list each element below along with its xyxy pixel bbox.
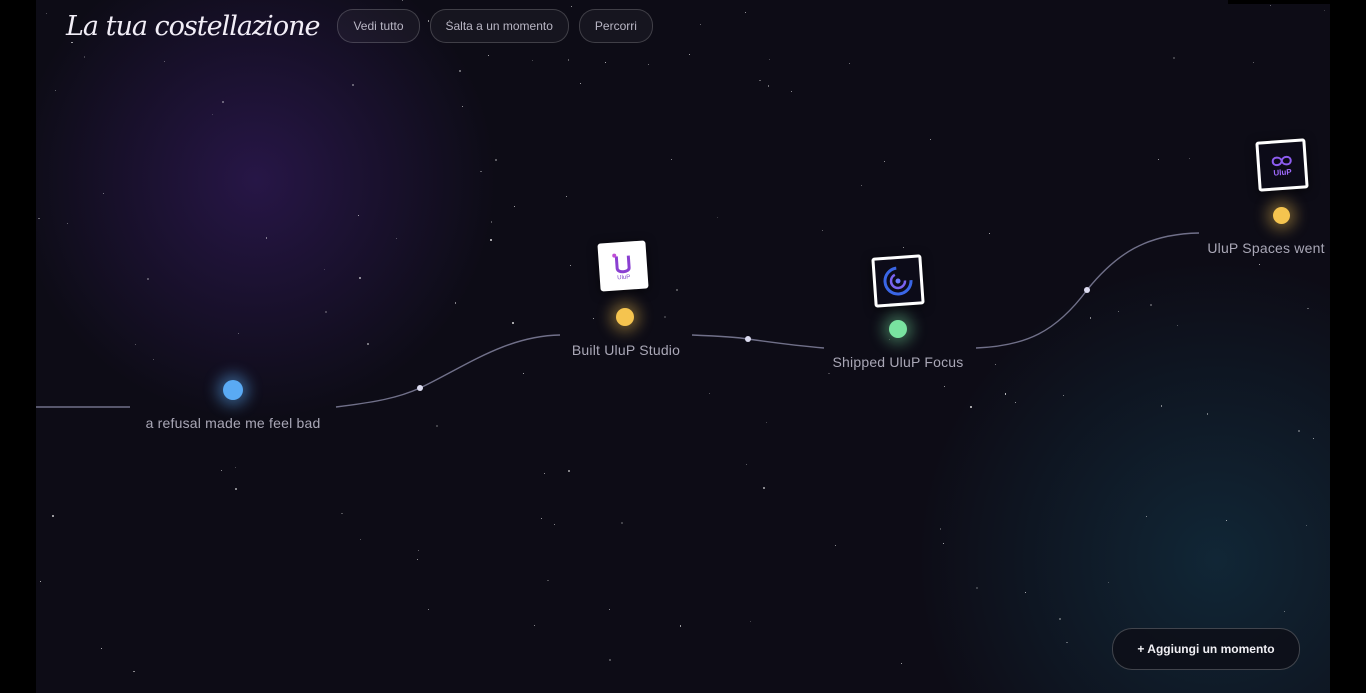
focus-ring-icon xyxy=(883,266,913,296)
moment-thumbnail-studio[interactable]: UluP xyxy=(597,240,649,292)
moment-thumbnail-spaces[interactable]: UluP xyxy=(1255,138,1309,192)
view-all-button[interactable]: Vedi tutto xyxy=(337,9,420,43)
add-moment-button[interactable]: + Aggiungi un momento xyxy=(1112,628,1300,670)
svg-text:UluP: UluP xyxy=(1273,167,1292,177)
moment-label[interactable]: Shipped UluP Focus xyxy=(833,354,964,370)
moment-label[interactable]: Built UluP Studio xyxy=(572,342,680,358)
path-waypoint xyxy=(1084,287,1090,293)
moment-node-refusal[interactable] xyxy=(223,380,243,400)
timeline-path xyxy=(36,232,1200,408)
path-waypoint xyxy=(745,336,751,342)
walk-path-button[interactable]: Percorri xyxy=(578,9,653,43)
page-title: La tua costellazione xyxy=(66,10,320,42)
jump-to-moment-button[interactable]: Salta a un momento xyxy=(429,9,569,43)
moment-label[interactable]: UluP Spaces went xyxy=(1207,240,1324,256)
moment-label[interactable]: a refusal made me feel bad xyxy=(146,415,321,431)
moment-node-focus[interactable] xyxy=(889,320,907,338)
moment-node-spaces[interactable] xyxy=(1273,207,1290,224)
moment-node-studio[interactable] xyxy=(616,308,634,326)
constellation-canvas[interactable]: a refusal made me feel bad UluP Built Ul… xyxy=(36,0,1330,693)
top-toolbar: La tua costellazione Vedi tutto Salta a … xyxy=(66,8,653,44)
path-waypoint xyxy=(417,385,423,391)
svg-text:UluP: UluP xyxy=(617,275,630,282)
window-edge xyxy=(1228,0,1330,4)
window-edge xyxy=(1330,0,1366,693)
uluP-spaces-logo-icon: UluP xyxy=(1271,155,1293,178)
moment-thumbnail-focus[interactable] xyxy=(871,254,925,308)
uluP-studio-logo-icon: UluP xyxy=(612,253,631,282)
